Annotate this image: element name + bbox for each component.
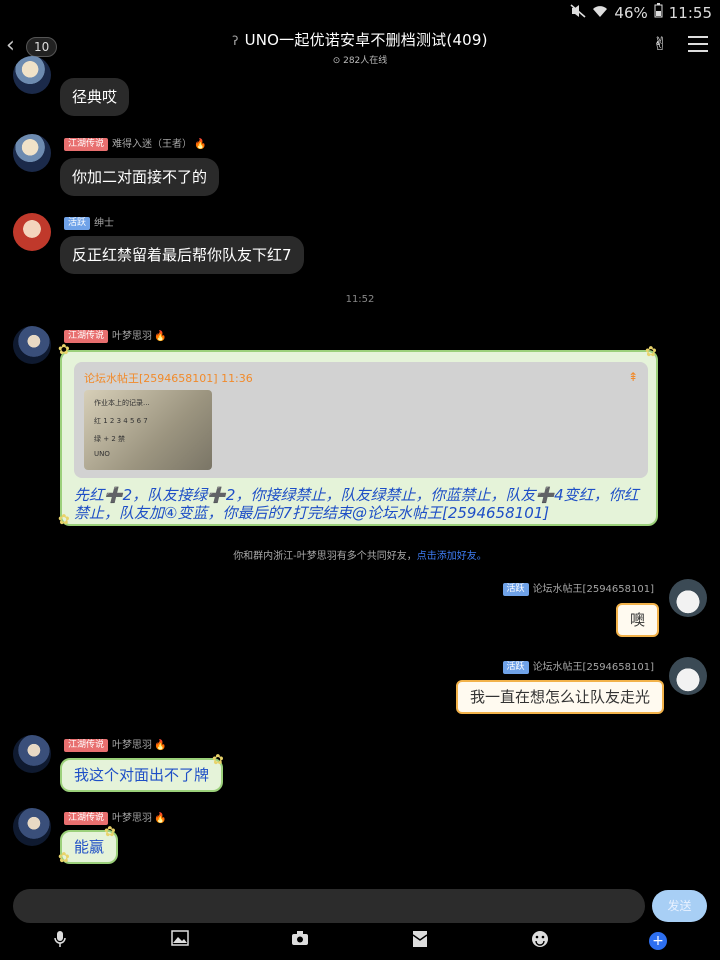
member-title-tag: 江湖传说 (64, 738, 109, 752)
message-text: 先红➕2，队友接绿➕2，你接绿禁止，队友绿禁止，你蓝禁止，队友➕4变红，你红禁止… (74, 486, 639, 522)
chat-header: ‹ 10 ʔ UNO一起优诺安卓不删档测试(409) ⊙ 282人在线 ✌ (0, 24, 720, 68)
member-title-tag: 活跃 (502, 660, 529, 674)
message-bubble[interactable]: 我这个对面出不了牌 (60, 758, 224, 792)
avatar[interactable] (13, 735, 51, 773)
send-button[interactable]: 发送 (652, 890, 707, 922)
flower-decoration-icon: ✿ (58, 850, 70, 866)
red-packet-icon[interactable] (409, 930, 431, 952)
flower-decoration-icon: ✿ (645, 344, 657, 360)
microphone-icon[interactable] (49, 930, 71, 952)
sender-name[interactable]: 论坛水帖王[2594658101] (533, 584, 654, 595)
sender-line: 活跃 绅士 (64, 214, 114, 230)
image-text-line: UNO (94, 450, 110, 458)
avatar[interactable] (13, 134, 51, 172)
quoted-message[interactable]: 论坛水帖王[2594658101] 11:36 ⇞ 作业本上的记录... 红 1… (74, 362, 648, 478)
fire-icon: 🔥 (154, 331, 167, 342)
camera-icon[interactable] (289, 930, 311, 952)
image-text-line: 作业本上的记录... (94, 399, 150, 407)
timestamp: 11:52 (345, 294, 375, 305)
add-friend-link[interactable]: 点击添加好友。 (417, 551, 487, 562)
member-title-tag: 江湖传说 (64, 137, 109, 151)
sender-name[interactable]: 难得入迷（王者） (112, 139, 192, 150)
member-title-tag: 活跃 (502, 582, 529, 596)
fire-icon: 🔥 (194, 139, 207, 150)
fire-icon: 🔥 (154, 813, 167, 824)
group-type-icon: ʔ (232, 34, 239, 48)
message-bubble[interactable]: 噢 (616, 603, 660, 637)
quote-header: 论坛水帖王[2594658101] 11:36 (84, 372, 253, 385)
sender-line: 江湖传说 叶梦思羽 🔥 (64, 327, 166, 343)
plus-icon[interactable]: + (649, 932, 667, 950)
emoji-icon[interactable] (529, 930, 551, 952)
message-bubble[interactable]: 我一直在想怎么让队友走光 (456, 680, 665, 714)
flower-decoration-icon: ✿ (104, 824, 116, 840)
image-text-line: 绿 + 2 禁 (94, 435, 125, 443)
clock: 11:55 (668, 3, 712, 22)
menu-icon[interactable] (688, 36, 708, 56)
sender-name[interactable]: 绅士 (94, 218, 114, 229)
status-bar: 46% 11:55 (0, 0, 720, 24)
reply-message-card[interactable]: 论坛水帖王[2594658101] 11:36 ⇞ 作业本上的记录... 红 1… (60, 350, 658, 526)
avatar[interactable] (13, 56, 51, 94)
system-note-text: 你和群内浙江-叶梦思羽有多个共同好友， (233, 551, 417, 562)
battery-icon (654, 3, 663, 22)
quoted-image[interactable]: 作业本上的记录... 红 1 2 3 4 5 6 7 绿 + 2 禁 UNO (84, 390, 212, 470)
message-bubble[interactable]: 反正红禁留着最后帮你队友下红7 (60, 236, 304, 274)
battery-percent: 46% (614, 3, 648, 22)
hand-gesture-icon[interactable]: ✌ (648, 34, 672, 56)
online-count: 282人在线 (343, 56, 388, 66)
avatar[interactable] (13, 808, 51, 846)
image-text-line: 红 1 2 3 4 5 6 7 (94, 417, 148, 425)
flower-decoration-icon: ✿ (58, 342, 70, 358)
avatar[interactable] (669, 657, 707, 695)
system-note: 你和群内浙江-叶梦思羽有多个共同好友，点击添加好友。 (0, 547, 720, 562)
sender-line: 江湖传说 叶梦思羽 🔥 (64, 809, 166, 825)
sender-name[interactable]: 叶梦思羽 (112, 740, 152, 751)
flower-decoration-icon: ✿ (58, 512, 70, 528)
member-title-tag: 活跃 (64, 216, 91, 230)
avatar[interactable] (13, 213, 51, 251)
sender-line: 江湖传说 叶梦思羽 🔥 (64, 736, 166, 752)
sender-line: 活跃 论坛水帖王[2594658101] (502, 658, 654, 674)
group-title: UNO一起优诺安卓不删档测试(409) (244, 31, 488, 49)
sender-line: 江湖传说 难得入迷（王者） 🔥 (64, 135, 206, 151)
member-title-tag: 江湖传说 (64, 329, 109, 343)
avatar[interactable] (669, 579, 707, 617)
title-area[interactable]: ʔ UNO一起优诺安卓不删档测试(409) ⊙ 282人在线 (0, 29, 720, 66)
avatar[interactable] (13, 326, 51, 364)
image-icon[interactable] (169, 930, 191, 952)
sender-line: 活跃 论坛水帖王[2594658101] (502, 580, 654, 596)
sender-name[interactable]: 论坛水帖王[2594658101] (533, 662, 654, 673)
mute-icon (570, 3, 586, 22)
sender-name[interactable]: 叶梦思羽 (112, 813, 152, 824)
input-toolbar: + (0, 930, 720, 954)
member-title-tag: 江湖传说 (64, 811, 109, 825)
pin-icon[interactable]: ⇞ (628, 370, 638, 384)
sender-name[interactable]: 叶梦思羽 (112, 331, 152, 342)
wifi-icon (592, 4, 608, 22)
message-bubble[interactable]: 径典哎 (60, 78, 130, 116)
message-input[interactable] (13, 889, 645, 923)
flower-decoration-icon: ✿ (212, 752, 224, 768)
online-icon: ⊙ (332, 56, 341, 66)
fire-icon: 🔥 (154, 740, 167, 751)
message-bubble[interactable]: 你加二对面接不了的 (60, 158, 220, 196)
